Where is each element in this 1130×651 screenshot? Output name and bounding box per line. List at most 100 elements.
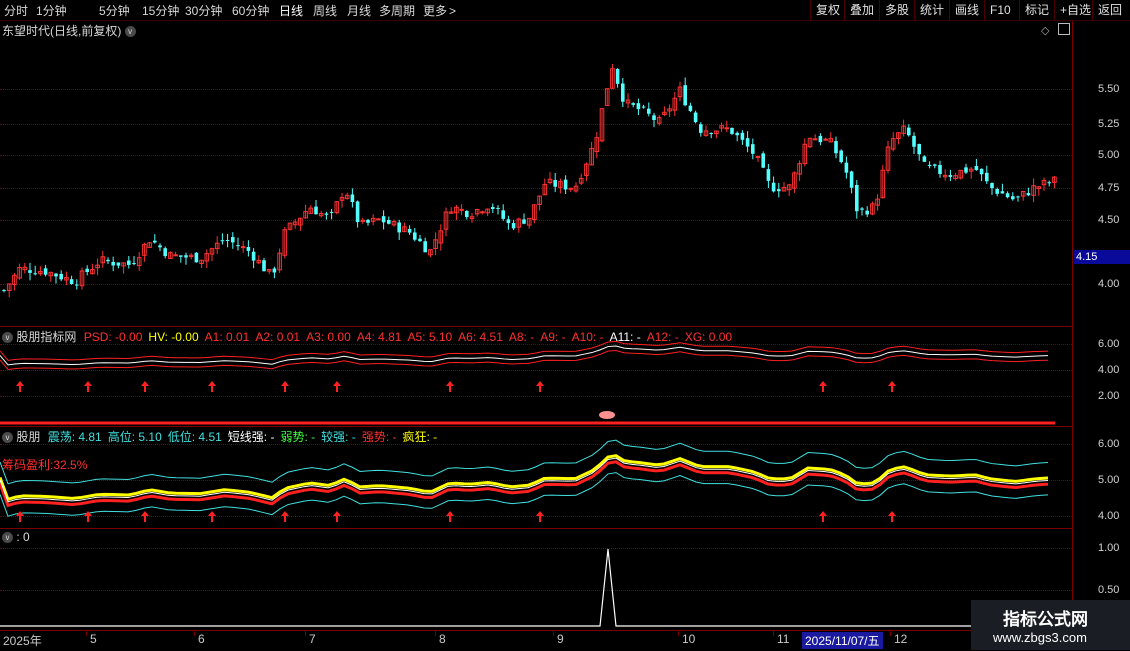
mark-button[interactable]: 标记 <box>1019 0 1054 20</box>
candle-body <box>480 211 485 214</box>
date-tick <box>890 631 891 636</box>
ind2-value: 强势: - <box>361 430 397 444</box>
fuquan-button[interactable]: 复权 <box>810 0 845 20</box>
up-arrow-signal-icon <box>84 381 92 392</box>
spike-marker <box>599 411 615 419</box>
candle-body <box>127 260 131 265</box>
candle-body <box>563 179 568 190</box>
f10-button[interactable]: F10 <box>984 0 1016 20</box>
candle-body <box>262 260 266 272</box>
up-arrow-signal-icon <box>819 381 827 392</box>
candle-body <box>324 213 329 215</box>
up-arrow-signal-icon <box>141 511 149 522</box>
candle-body <box>132 263 136 265</box>
candle-body <box>636 103 641 110</box>
candle-body <box>251 251 256 261</box>
date-axis: 2025年 5 6 7 8 9 10 11 2025/11/07/五 12 <box>0 630 1130 651</box>
add-favorite-button[interactable]: +自选 <box>1054 0 1096 20</box>
band-mid <box>0 345 1049 366</box>
y-label: 2.00 <box>1098 390 1120 402</box>
up-arrow-signal-icon <box>446 511 454 522</box>
y-label: 5.50 <box>1098 83 1120 95</box>
date-label: 5 <box>90 632 97 646</box>
candle-body <box>1016 196 1020 198</box>
date-tick <box>305 631 306 636</box>
candle-body <box>163 248 167 257</box>
ind1-value: A8: - <box>508 330 535 344</box>
date-tick <box>435 631 436 636</box>
up-arrow-signal-icon <box>208 381 216 392</box>
date-label: 6 <box>198 632 205 646</box>
up-arrow-signal-icon <box>141 381 149 392</box>
ind1-value: A11: - <box>609 330 641 344</box>
candle-body <box>948 175 953 177</box>
candle-body <box>491 207 495 210</box>
up-arrow-signal-icon <box>208 511 216 522</box>
up-arrow-signal-icon <box>536 511 544 522</box>
statistics-button[interactable]: 统计 <box>914 0 949 20</box>
date-label: 10 <box>682 632 696 646</box>
ind2-value: 较强: - <box>321 430 356 444</box>
ind1-value: A10: - <box>571 330 604 344</box>
period-tab-fenshi[interactable]: 分时 <box>4 2 28 19</box>
candle-body <box>709 133 713 135</box>
period-tab-multi[interactable]: 多周期 <box>379 2 415 19</box>
period-tab-30min[interactable]: 30分钟 <box>185 2 222 19</box>
chevron-right-icon: > <box>449 4 457 18</box>
back-button[interactable]: 返回 <box>1092 0 1127 20</box>
period-tab-60min[interactable]: 60分钟 <box>232 2 269 19</box>
period-tab-15min[interactable]: 15分钟 <box>142 2 179 19</box>
chevron-down-icon[interactable]: v <box>2 432 13 444</box>
candle-body <box>158 245 162 248</box>
chevron-down-icon[interactable]: v <box>2 332 13 344</box>
candle-body <box>506 219 511 224</box>
ind1-values: PSD: -0.00 HV: -0.00 A1: 0.01 A2: 0.01 A3: 0… <box>84 330 738 344</box>
chevron-down-icon[interactable]: v <box>2 532 13 544</box>
candle-body <box>413 232 417 240</box>
candle-body <box>818 135 823 143</box>
period-tab-monthly[interactable]: 月线 <box>347 2 371 19</box>
logo-name: 指标公式网 <box>1003 610 1088 629</box>
overlay-button[interactable]: 叠加 <box>844 0 879 20</box>
ind1-value: A12: - <box>646 330 679 344</box>
candle-body <box>511 223 516 229</box>
period-tab-5min[interactable]: 5分钟 <box>99 2 130 19</box>
candle-body <box>860 208 864 210</box>
candle-body <box>735 132 739 136</box>
date-tick <box>86 631 87 636</box>
chart-canvas[interactable] <box>0 21 1072 630</box>
candle-body <box>225 239 230 241</box>
y-label: 4.00 <box>1098 364 1120 376</box>
ind2-value: 高位: 5.10 <box>107 430 162 444</box>
candle-body <box>683 85 687 106</box>
y-axis-column <box>1072 21 1130 630</box>
period-tab-daily[interactable]: 日线 <box>279 2 303 19</box>
candle-body <box>2 290 6 292</box>
candle-body <box>766 169 771 181</box>
date-label: 12 <box>894 632 908 646</box>
band-lower <box>0 350 1049 370</box>
draw-line-button[interactable]: 画线 <box>949 0 984 20</box>
candle-body <box>647 108 651 114</box>
trend-line-red <box>0 460 1049 508</box>
date-tick <box>773 631 774 636</box>
up-arrow-signal-icon <box>888 511 896 522</box>
candle-body <box>761 153 765 168</box>
candle-body <box>631 103 635 105</box>
period-tab-more[interactable]: 更多 > <box>423 2 456 19</box>
candle-body <box>985 172 989 182</box>
ind1-value: A5: 5.10 <box>407 330 453 344</box>
candle-body <box>116 262 121 266</box>
period-tab-1min[interactable]: 1分钟 <box>36 2 67 19</box>
trend-line-white <box>0 457 1049 503</box>
ind1-value: XG: 0.00 <box>684 330 733 344</box>
candle-body <box>459 208 464 211</box>
candle-body <box>220 240 225 242</box>
ind1-value: A2: 0.01 <box>255 330 301 344</box>
date-tick <box>194 631 195 636</box>
period-tab-weekly[interactable]: 周线 <box>313 2 337 19</box>
multi-stock-button[interactable]: 多股 <box>879 0 914 20</box>
candle-body <box>231 237 235 243</box>
date-label: 2025年 <box>3 634 42 648</box>
candle-body <box>28 270 32 273</box>
